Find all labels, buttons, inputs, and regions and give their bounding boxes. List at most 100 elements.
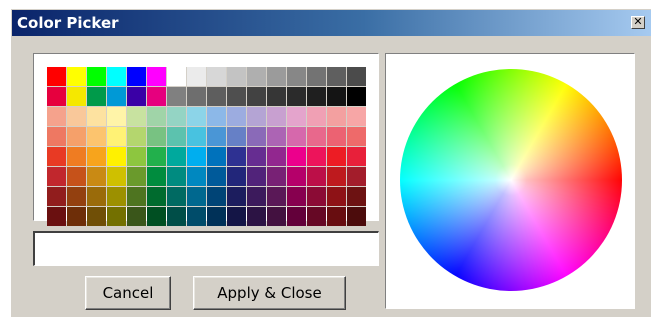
color-swatch[interactable] [107,127,126,146]
color-swatch[interactable] [47,147,66,166]
color-swatch[interactable] [167,167,186,186]
color-swatch[interactable] [67,207,86,226]
color-swatch[interactable] [287,67,306,86]
color-swatch[interactable] [187,87,206,106]
color-swatch[interactable] [327,107,346,126]
color-swatch[interactable] [147,207,166,226]
color-swatch[interactable] [247,187,266,206]
color-swatch[interactable] [247,147,266,166]
color-swatch[interactable] [207,207,226,226]
color-swatch[interactable] [307,107,326,126]
color-swatch[interactable] [127,67,146,86]
color-swatch[interactable] [247,107,266,126]
color-swatch[interactable] [187,167,206,186]
color-swatch[interactable] [147,67,166,86]
color-swatch[interactable] [227,187,246,206]
color-swatch[interactable] [287,167,306,186]
color-swatch[interactable] [207,67,226,86]
title-bar[interactable]: Color Picker ✕ [12,10,651,36]
color-swatch[interactable] [147,127,166,146]
color-swatch[interactable] [247,87,266,106]
color-swatch[interactable] [347,167,366,186]
color-swatch[interactable] [267,87,286,106]
color-swatch[interactable] [307,127,326,146]
color-swatch[interactable] [327,207,346,226]
color-swatch[interactable] [107,167,126,186]
color-swatch[interactable] [107,107,126,126]
color-swatch[interactable] [187,67,206,86]
color-value-input[interactable] [33,231,379,266]
color-swatch[interactable] [167,147,186,166]
color-swatch[interactable] [247,127,266,146]
color-swatch[interactable] [47,87,66,106]
color-swatch[interactable] [267,207,286,226]
color-swatch[interactable] [347,67,366,86]
color-swatch[interactable] [307,147,326,166]
color-swatch[interactable] [327,147,346,166]
color-swatch[interactable] [127,87,146,106]
color-swatch[interactable] [67,147,86,166]
cancel-button[interactable]: Cancel [85,276,171,310]
color-swatch[interactable] [287,147,306,166]
color-swatch[interactable] [67,167,86,186]
color-swatch[interactable] [67,67,86,86]
color-swatch[interactable] [207,127,226,146]
color-swatch[interactable] [287,207,306,226]
color-swatch[interactable] [127,107,146,126]
color-swatch[interactable] [227,147,246,166]
color-swatch[interactable] [227,87,246,106]
color-swatch[interactable] [227,107,246,126]
color-swatch[interactable] [87,167,106,186]
color-swatch[interactable] [47,207,66,226]
color-swatch[interactable] [207,107,226,126]
color-swatch[interactable] [167,67,186,86]
color-swatch[interactable] [327,127,346,146]
color-swatch[interactable] [207,167,226,186]
color-swatch[interactable] [127,207,146,226]
color-swatch[interactable] [147,147,166,166]
color-swatch[interactable] [87,147,106,166]
color-swatch[interactable] [127,167,146,186]
color-swatch[interactable] [287,127,306,146]
color-swatch[interactable] [167,87,186,106]
color-swatch[interactable] [47,167,66,186]
color-swatch[interactable] [287,107,306,126]
color-swatch[interactable] [67,87,86,106]
color-swatch[interactable] [327,187,346,206]
color-swatch[interactable] [67,187,86,206]
color-swatch[interactable] [347,87,366,106]
color-swatch[interactable] [87,87,106,106]
color-swatch[interactable] [327,167,346,186]
apply-close-button[interactable]: Apply & Close [193,276,346,310]
color-swatch[interactable] [187,127,206,146]
color-swatch[interactable] [147,87,166,106]
color-swatch[interactable] [187,107,206,126]
color-swatch[interactable] [87,107,106,126]
color-swatch[interactable] [167,187,186,206]
color-swatch[interactable] [267,187,286,206]
color-swatch[interactable] [147,167,166,186]
color-swatch[interactable] [267,67,286,86]
color-swatch[interactable] [87,127,106,146]
color-swatch[interactable] [67,107,86,126]
color-swatch[interactable] [107,207,126,226]
color-swatch[interactable] [267,147,286,166]
color-swatch[interactable] [247,67,266,86]
color-swatch[interactable] [167,207,186,226]
color-swatch[interactable] [267,107,286,126]
color-swatch[interactable] [147,107,166,126]
color-swatch[interactable] [187,207,206,226]
color-swatch[interactable] [247,167,266,186]
color-swatch[interactable] [347,147,366,166]
color-swatch[interactable] [347,207,366,226]
color-swatch[interactable] [107,147,126,166]
color-swatch[interactable] [287,187,306,206]
color-swatch[interactable] [127,147,146,166]
color-swatch[interactable] [227,167,246,186]
color-swatch[interactable] [127,127,146,146]
color-swatch[interactable] [307,87,326,106]
color-swatch[interactable] [127,187,146,206]
color-swatch[interactable] [107,87,126,106]
color-swatch[interactable] [327,67,346,86]
color-swatch[interactable] [47,187,66,206]
